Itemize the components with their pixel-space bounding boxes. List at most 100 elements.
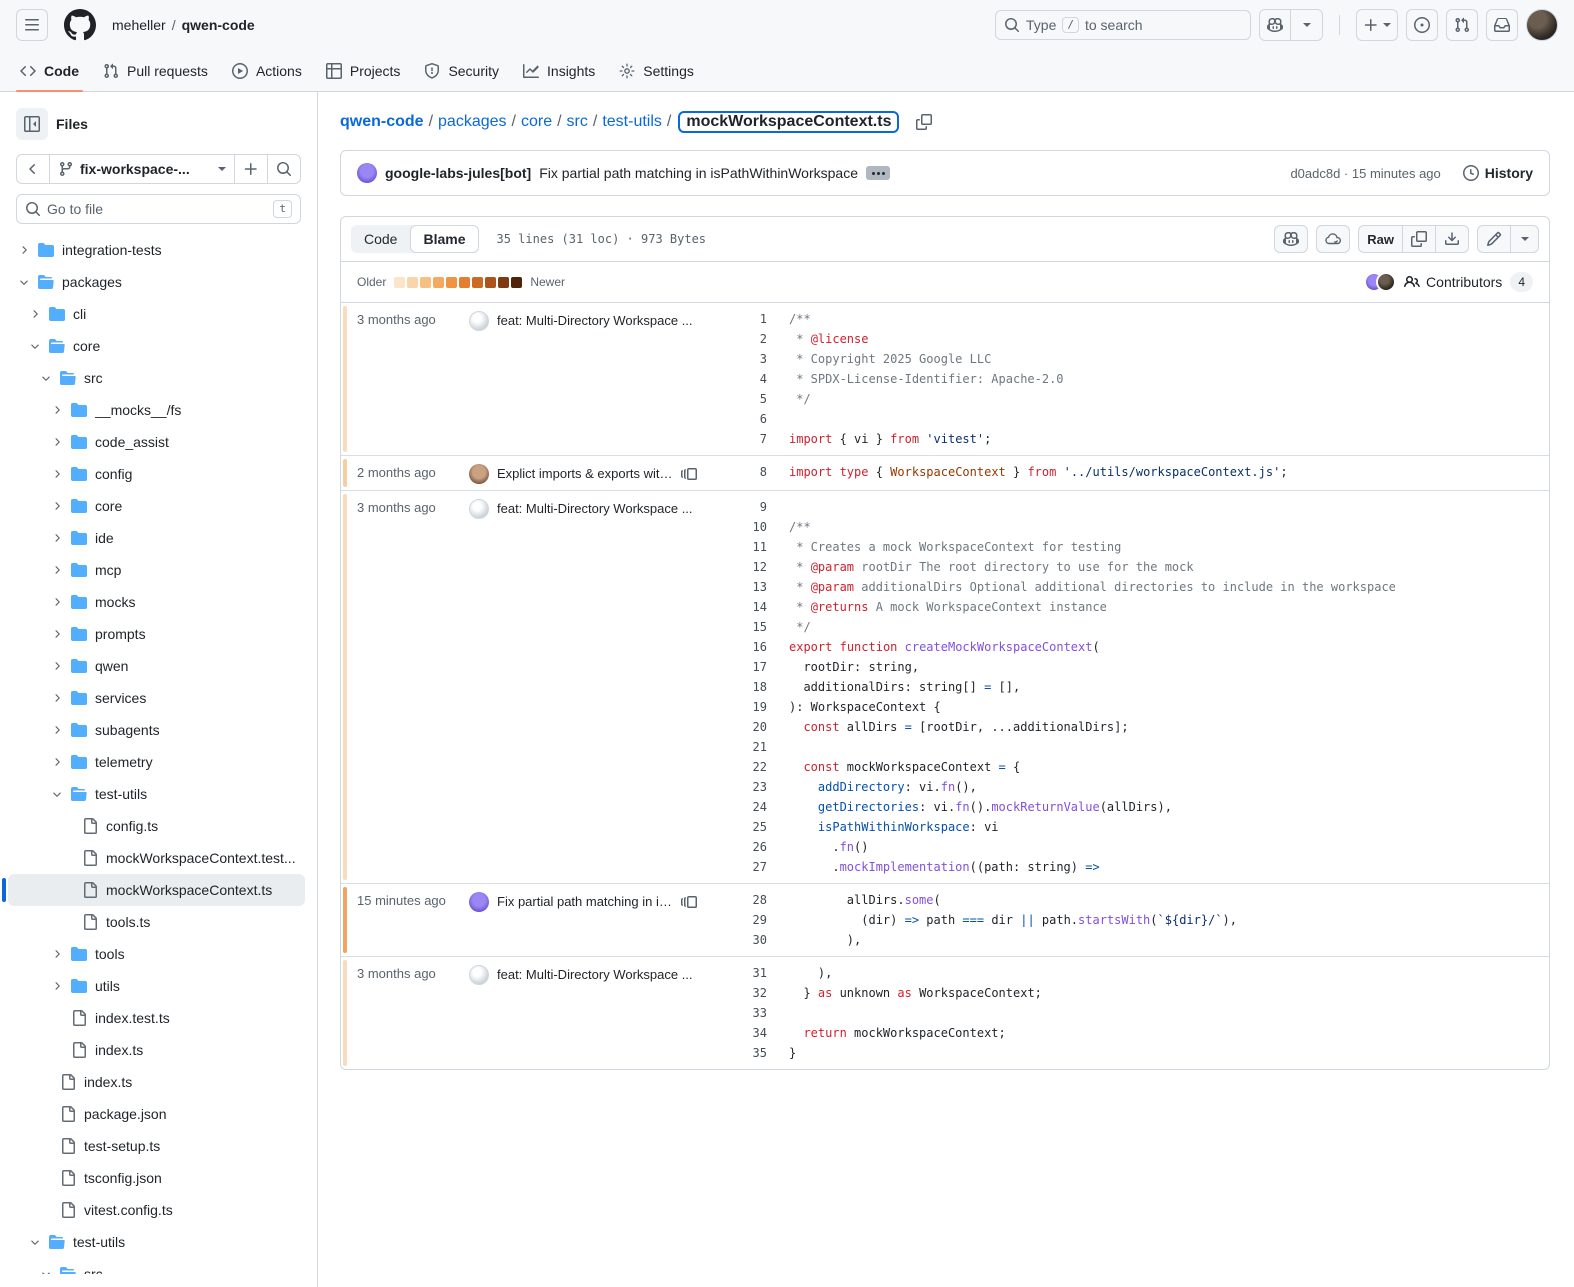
line-number[interactable]: 3 [733, 352, 789, 366]
tree-item-index.ts[interactable]: index.ts [8, 1066, 305, 1098]
line-number[interactable]: 24 [733, 800, 789, 814]
tab-insights[interactable]: Insights [515, 50, 603, 91]
chevron-right-icon[interactable] [51, 756, 63, 768]
tree-item-test-utils[interactable]: test-utils [8, 1226, 305, 1258]
line-number[interactable]: 17 [733, 660, 789, 674]
blame-commit-avatar[interactable] [469, 464, 489, 484]
line-number[interactable]: 10 [733, 520, 789, 534]
download-button[interactable] [1436, 225, 1469, 253]
line-number[interactable]: 33 [733, 1006, 789, 1020]
chevron-down-icon[interactable] [40, 372, 52, 384]
breadcrumb-current-file[interactable]: mockWorkspaceContext.ts [678, 111, 899, 133]
user-avatar[interactable] [1526, 9, 1558, 41]
line-number[interactable]: 19 [733, 700, 789, 714]
copy-raw-button[interactable] [1403, 225, 1436, 253]
chevron-down-icon[interactable] [29, 1236, 41, 1248]
github-logo[interactable] [64, 9, 96, 41]
create-new-button[interactable] [1356, 9, 1398, 41]
chevron-down-icon[interactable] [40, 1268, 52, 1274]
tree-item-packages[interactable]: packages [8, 266, 305, 298]
tab-pull-requests[interactable]: Pull requests [95, 50, 216, 91]
line-number[interactable]: 35 [733, 1046, 789, 1060]
chevron-right-icon[interactable] [29, 308, 41, 320]
issues-button[interactable] [1406, 9, 1438, 41]
tree-item-src[interactable]: src [8, 362, 305, 394]
line-number[interactable]: 26 [733, 840, 789, 854]
tree-item-ide[interactable]: ide [8, 522, 305, 554]
breadcrumb-segment-packages[interactable]: packages [438, 113, 507, 131]
pull-requests-button[interactable] [1446, 9, 1478, 41]
view-blame-prior-icon[interactable] [681, 894, 697, 910]
chevron-right-icon[interactable] [51, 500, 63, 512]
tree-item-services[interactable]: services [8, 682, 305, 714]
chevron-down-icon[interactable] [51, 788, 63, 800]
chevron-right-icon[interactable] [51, 436, 63, 448]
tab-blame[interactable]: Blame [410, 225, 478, 253]
blame-commit-avatar[interactable] [469, 892, 489, 912]
chevron-right-icon[interactable] [51, 532, 63, 544]
breadcrumb-user[interactable]: meheller [112, 17, 166, 33]
copy-path-button[interactable] [910, 108, 938, 136]
blame-commit-message[interactable]: feat: Multi-Directory Workspace ... [497, 311, 697, 328]
chevron-right-icon[interactable] [51, 948, 63, 960]
blame-commit-avatar[interactable] [469, 311, 489, 331]
branch-selector[interactable]: fix-workspace-... [50, 154, 235, 184]
back-button[interactable] [16, 154, 50, 184]
tree-item-mockWorkspaceContext.test...[interactable]: mockWorkspaceContext.test... [8, 842, 305, 874]
tree-item-test-utils[interactable]: test-utils [8, 778, 305, 810]
tree-item-config[interactable]: config [8, 458, 305, 490]
edit-dropdown-button[interactable] [1511, 225, 1539, 253]
commit-author[interactable]: google-labs-jules[bot] [385, 165, 531, 181]
chevron-right-icon[interactable] [51, 692, 63, 704]
tree-item-tools[interactable]: tools [8, 938, 305, 970]
blame-commit-message[interactable]: feat: Multi-Directory Workspace ... [497, 965, 697, 982]
line-number[interactable]: 4 [733, 372, 789, 386]
commit-sha-time[interactable]: d0adc8d · 15 minutes ago [1290, 166, 1440, 181]
tree-item-code_assist[interactable]: code_assist [8, 426, 305, 458]
history-button[interactable]: History [1463, 165, 1533, 181]
line-number[interactable]: 34 [733, 1026, 789, 1040]
copilot-button[interactable] [1259, 9, 1291, 41]
breadcrumb-segment-core[interactable]: core [521, 113, 552, 131]
go-to-file-input[interactable]: Go to file t [16, 194, 301, 224]
tree-item-tsconfig.json[interactable]: tsconfig.json [8, 1162, 305, 1194]
tree-item-utils[interactable]: utils [8, 970, 305, 1002]
blame-commit-avatar[interactable] [469, 499, 489, 519]
breadcrumb-segment-qwen-code[interactable]: qwen-code [340, 113, 424, 131]
chevron-right-icon[interactable] [51, 724, 63, 736]
tree-item-src[interactable]: src [8, 1258, 305, 1274]
view-blame-prior-icon[interactable] [681, 466, 697, 482]
chevron-right-icon[interactable] [51, 628, 63, 640]
line-number[interactable]: 30 [733, 933, 789, 947]
tree-item-qwen[interactable]: qwen [8, 650, 305, 682]
chevron-down-icon[interactable] [29, 340, 41, 352]
line-number[interactable]: 29 [733, 913, 789, 927]
line-number[interactable]: 21 [733, 740, 789, 754]
breadcrumb-segment-src[interactable]: src [567, 113, 588, 131]
commit-message[interactable]: Fix partial path matching in isPathWithi… [539, 165, 858, 181]
chevron-right-icon[interactable] [51, 980, 63, 992]
line-number[interactable]: 28 [733, 893, 789, 907]
tree-item-core[interactable]: core [8, 490, 305, 522]
tree-item-integration-tests[interactable]: integration-tests [8, 234, 305, 266]
line-number[interactable]: 20 [733, 720, 789, 734]
new-file-button[interactable] [235, 154, 268, 184]
chevron-right-icon[interactable] [51, 468, 63, 480]
line-number[interactable]: 2 [733, 332, 789, 346]
blame-commit-message[interactable]: Fix partial path matching in is... [497, 892, 673, 909]
chevron-down-icon[interactable] [18, 276, 30, 288]
tab-code[interactable]: Code [351, 225, 410, 253]
tab-settings[interactable]: Settings [611, 50, 702, 91]
contributor-avatar[interactable] [1376, 272, 1396, 292]
line-number[interactable]: 22 [733, 760, 789, 774]
line-number[interactable]: 9 [733, 500, 789, 514]
inbox-button[interactable] [1486, 9, 1518, 41]
edit-button[interactable] [1477, 225, 1511, 253]
blame-commit-message[interactable]: Explict imports & exports with... [497, 464, 673, 481]
line-number[interactable]: 25 [733, 820, 789, 834]
tab-code[interactable]: Code [12, 50, 87, 91]
tree-item-mcp[interactable]: mcp [8, 554, 305, 586]
tree-item-core[interactable]: core [8, 330, 305, 362]
chevron-right-icon[interactable] [51, 596, 63, 608]
line-number[interactable]: 27 [733, 860, 789, 874]
